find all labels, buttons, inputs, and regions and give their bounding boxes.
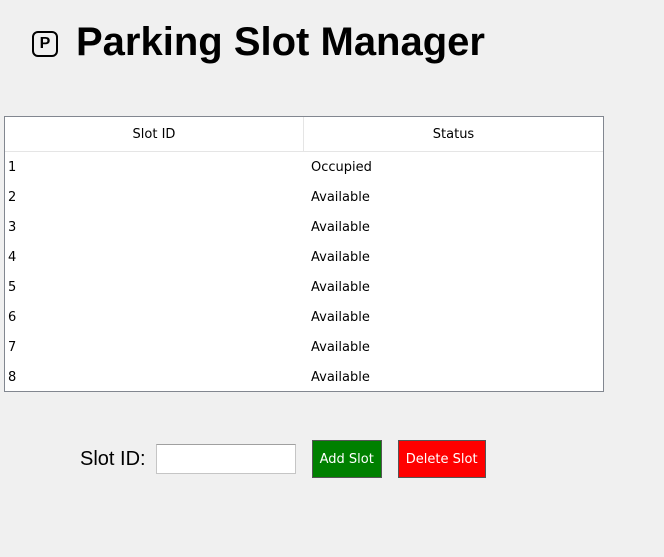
table-row[interactable]: 3 Available <box>5 212 603 242</box>
cell-status: Available <box>311 309 370 325</box>
cell-status: Available <box>311 189 370 205</box>
page-title: Parking Slot Manager <box>76 19 485 64</box>
delete-slot-button[interactable]: Delete Slot <box>397 440 486 478</box>
cell-status: Available <box>311 339 370 355</box>
table-row[interactable]: 1 Occupied <box>5 152 603 182</box>
table-row[interactable]: 8 Available <box>5 362 603 391</box>
cell-status: Occupied <box>311 159 372 175</box>
table-row[interactable]: 2 Available <box>5 182 603 212</box>
cell-slot-id: 7 <box>8 339 17 355</box>
table-row[interactable]: 5 Available <box>5 272 603 302</box>
slot-form: Slot ID: Add Slot Delete Slot <box>80 440 486 478</box>
header: P Parking Slot Manager <box>32 14 485 70</box>
cell-slot-id: 2 <box>8 189 17 205</box>
cell-slot-id: 3 <box>8 219 17 235</box>
cell-status: Available <box>311 279 370 295</box>
cell-status: Available <box>311 219 370 235</box>
cell-slot-id: 1 <box>8 159 17 175</box>
parking-icon: P <box>32 31 58 57</box>
table-header: Slot ID Status <box>5 117 603 152</box>
cell-status: Available <box>311 249 370 265</box>
cell-status: Available <box>311 369 370 385</box>
parking-icon-letter: P <box>39 35 51 52</box>
column-header-slot-id[interactable]: Slot ID <box>5 117 304 151</box>
slot-id-input[interactable] <box>155 444 296 474</box>
slots-table[interactable]: Slot ID Status 1 Occupied 2 Available 3 … <box>4 116 604 392</box>
table-body: 1 Occupied 2 Available 3 Available 4 Ava… <box>5 152 603 391</box>
app-window: P Parking Slot Manager Slot ID Status 1 … <box>0 0 664 557</box>
cell-slot-id: 8 <box>8 369 17 385</box>
add-slot-button[interactable]: Add Slot <box>311 440 382 478</box>
cell-slot-id: 6 <box>8 309 17 325</box>
table-row[interactable]: 4 Available <box>5 242 603 272</box>
cell-slot-id: 5 <box>8 279 17 295</box>
table-row[interactable]: 7 Available <box>5 332 603 362</box>
column-header-status[interactable]: Status <box>304 117 603 151</box>
cell-slot-id: 4 <box>8 249 17 265</box>
table-row[interactable]: 6 Available <box>5 302 603 332</box>
slot-id-label: Slot ID: <box>80 447 146 470</box>
